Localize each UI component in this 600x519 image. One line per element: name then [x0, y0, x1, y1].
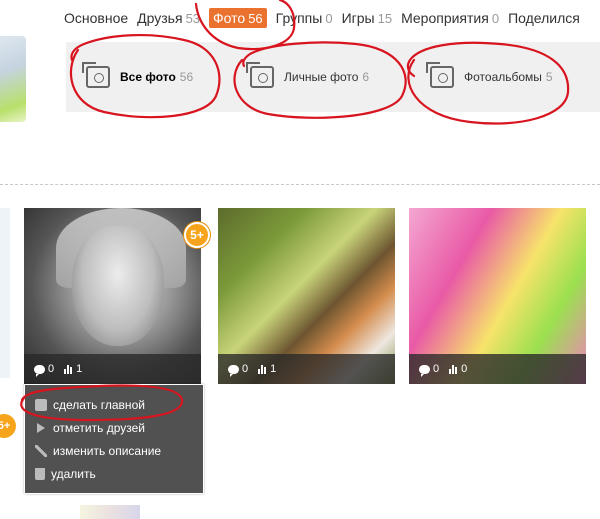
views-icon: [64, 364, 73, 374]
nav-label: Группы: [275, 10, 323, 26]
views-count: 0: [461, 363, 468, 375]
tab-label: Личные фото: [284, 70, 359, 84]
tab-photo-albums[interactable]: Фотоальбомы 5: [426, 62, 553, 92]
photo-card[interactable]: 0 1: [24, 208, 201, 384]
nav-main[interactable]: Основное: [64, 10, 128, 26]
nav-games[interactable]: Игры 15: [342, 10, 393, 26]
comment-icon: [34, 364, 45, 377]
nav-count: 15: [377, 10, 393, 26]
photo-card[interactable]: 0 0: [409, 208, 586, 384]
menu-item-label: изменить описание: [53, 443, 162, 458]
tab-count: 56: [179, 70, 194, 84]
views-stat: 1: [258, 363, 276, 375]
menu-make-main[interactable]: сделать главной: [25, 393, 203, 416]
page: Основное Друзья 53 Фото 56 Группы 0 Игры 15 …: [0, 0, 600, 519]
photo-subtabs: Все фото 56 Личные фото 6 Фотоальбомы 5: [66, 42, 600, 112]
nav-friends[interactable]: Друзья 53: [137, 10, 200, 26]
nav-label: Игры: [341, 10, 375, 26]
views-count: 1: [76, 363, 83, 375]
nav-events[interactable]: Мероприятия 0: [401, 10, 499, 26]
rating-badge-left[interactable]: 5+: [0, 414, 16, 438]
photo-stats: 0 0: [409, 354, 586, 384]
albums-icon: [426, 62, 454, 88]
menu-edit-description[interactable]: изменить описание: [25, 439, 203, 462]
views-icon: [258, 364, 267, 374]
views-icon: [449, 364, 458, 374]
photo-stats: 0 1: [24, 354, 201, 384]
rating-badge-label: 5+: [190, 228, 204, 242]
comments-stat[interactable]: 0: [34, 363, 55, 377]
nav-label: Мероприятия: [401, 10, 489, 26]
photos-icon: [82, 62, 110, 88]
tab-count: 6: [362, 70, 370, 84]
person-icon: [35, 398, 47, 411]
trash-icon: [35, 467, 45, 480]
comments-count: 0: [433, 363, 440, 375]
nav-label: Поделился: [508, 10, 580, 26]
comment-icon: [228, 364, 239, 377]
nav-label: Фото: [213, 10, 246, 26]
top-navigation: Основное Друзья 53 Фото 56 Группы 0 Игры 15 …: [64, 6, 589, 30]
bottom-photo-fragment[interactable]: [80, 505, 140, 519]
views-stat: 1: [64, 363, 82, 375]
photo-card[interactable]: 0 1: [218, 208, 395, 384]
menu-item-label: удалить: [51, 466, 96, 481]
nav-label: Основное: [64, 10, 129, 26]
menu-delete[interactable]: удалить: [25, 462, 203, 485]
nav-count: 53: [185, 10, 201, 26]
comment-icon: [419, 364, 430, 377]
tab-all-photos[interactable]: Все фото 56: [82, 62, 194, 92]
left-photo-fragment[interactable]: [0, 208, 10, 378]
photo-context-menu: сделать главной отметить друзей изменить…: [24, 384, 204, 494]
left-thumbnail-fragment[interactable]: [0, 36, 26, 122]
rating-badge-label: 5+: [0, 420, 11, 432]
section-divider: [0, 184, 600, 185]
comments-count: 0: [242, 363, 249, 375]
comments-stat[interactable]: 0: [419, 363, 440, 377]
nav-groups[interactable]: Группы 0: [276, 10, 333, 26]
views-count: 1: [270, 363, 277, 375]
comments-stat[interactable]: 0: [228, 363, 249, 377]
camera-icon: [246, 62, 274, 88]
tab-count: 5: [545, 70, 553, 84]
pencil-icon: [35, 444, 47, 457]
nav-shared[interactable]: Поделился: [508, 10, 580, 26]
tab-label: Фотоальбомы: [464, 70, 542, 84]
nav-photos[interactable]: Фото 56: [209, 8, 267, 28]
menu-tag-friends[interactable]: отметить друзей: [25, 416, 203, 439]
tab-personal-photos[interactable]: Личные фото 6: [246, 62, 370, 92]
nav-count: 56: [248, 10, 263, 26]
nav-count: 0: [325, 10, 333, 26]
photo-stats: 0 1: [218, 354, 395, 384]
tab-label: Все фото: [120, 70, 176, 84]
comments-count: 0: [48, 363, 55, 375]
menu-item-label: сделать главной: [53, 397, 145, 412]
rating-badge[interactable]: 5+: [184, 222, 210, 248]
views-stat: 0: [449, 363, 467, 375]
nav-label: Друзья: [137, 10, 183, 26]
menu-item-label: отметить друзей: [53, 420, 145, 435]
flag-icon: [35, 422, 47, 434]
nav-count: 0: [491, 10, 500, 26]
